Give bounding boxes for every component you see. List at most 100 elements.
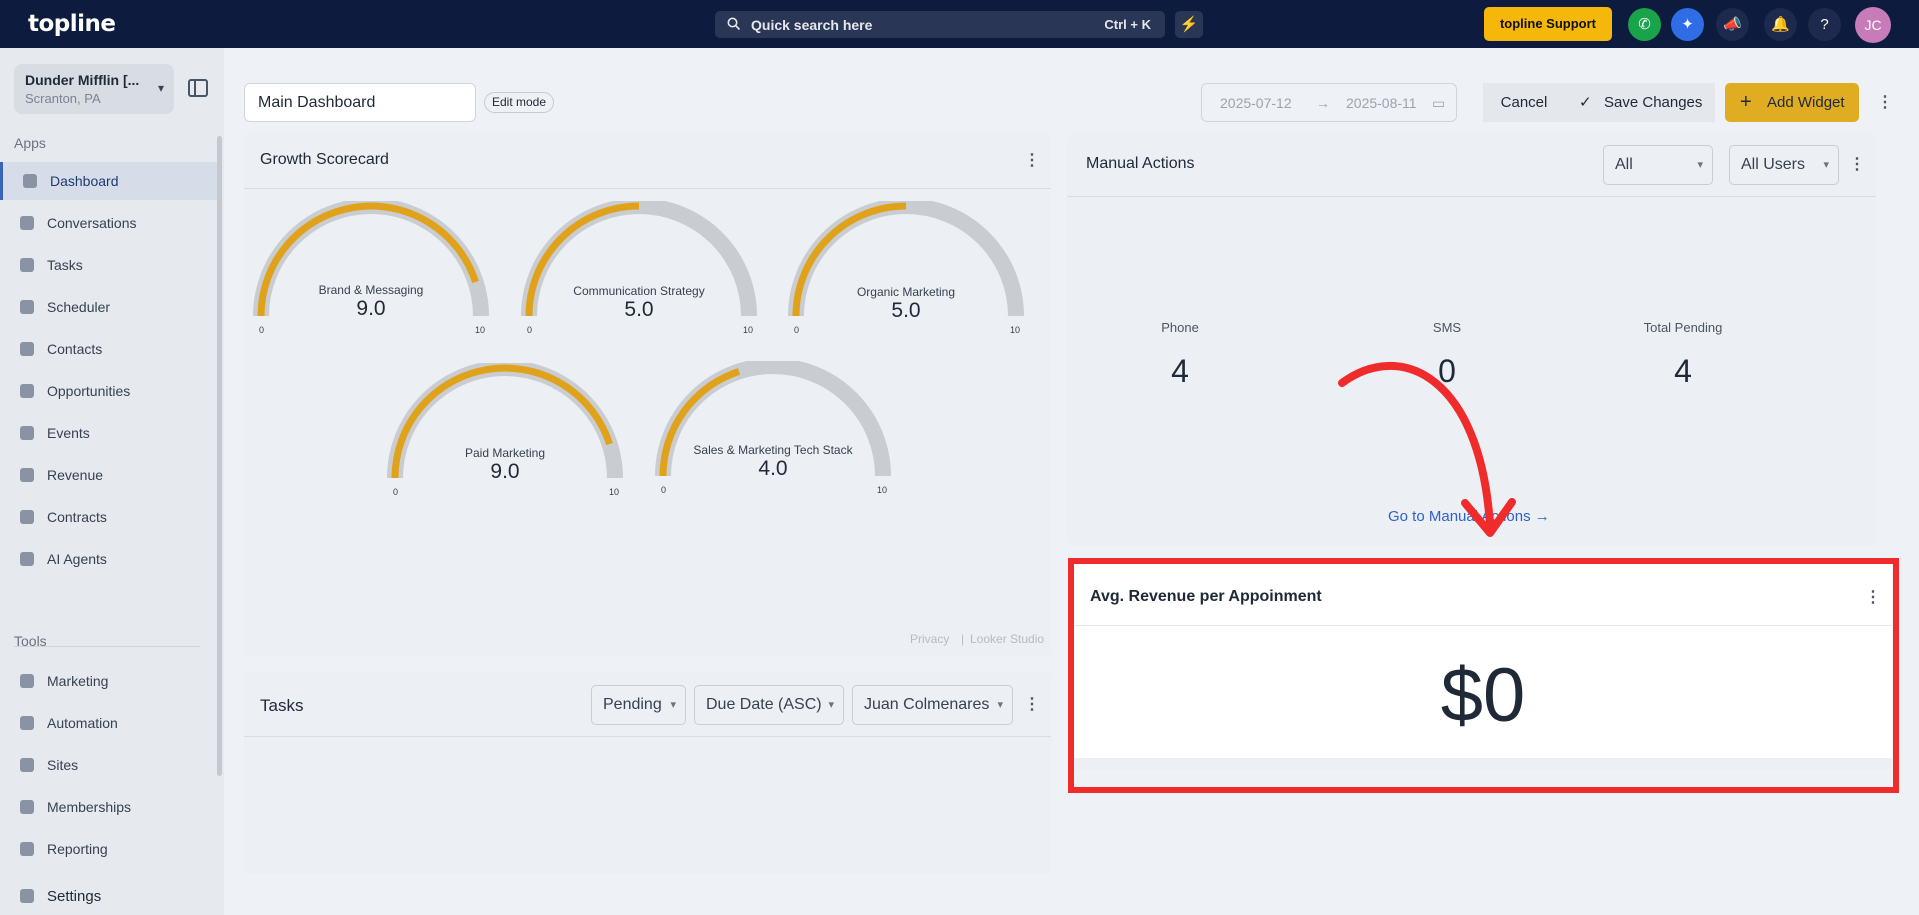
search-shortcut: Ctrl + K [1104,17,1151,32]
sidebar-item-scheduler[interactable]: Scheduler [0,288,218,326]
manual-actions-type-filter[interactable]: All ▾ [1603,145,1713,185]
sidebar-scrollbar[interactable] [217,136,222,776]
lightning-icon[interactable]: ⚡ [1175,11,1203,38]
gauge-max: 10 [609,487,620,497]
sidebar-item-label: Sites [47,757,79,773]
arrow-right-icon: → [1534,508,1550,525]
gauge-value: 5.0 [624,298,654,321]
tasks-card: Tasks Pending ▾ Due Date (ASC) ▾ Juan Colm… [244,672,1051,874]
sidebar-item-label: Events [47,425,90,441]
manual-actions-title: Manual Actions [1086,155,1195,172]
sidebar-item-label: Memberships [47,799,132,815]
tasks-sort-filter[interactable]: Due Date (ASC) ▾ [694,685,844,725]
tasks-status-filter[interactable]: Pending ▾ [591,685,686,725]
sidebar-item-contracts[interactable]: Contracts [0,498,218,536]
support-button[interactable]: topline Support [1484,7,1612,41]
card-header-divider [244,188,1051,189]
app-logo[interactable]: topline [28,11,116,37]
sidebar-item-dashboard[interactable]: Dashboard [0,162,218,200]
sidebar-item-settings[interactable]: Settings [0,877,218,915]
manual-actions-menu-icon[interactable]: ⋮ [1849,154,1865,174]
date-end: 2025-08-11 [1346,95,1417,111]
sidebar-item-tasks[interactable]: Tasks [0,246,218,284]
save-changes-button[interactable]: ✓ Save Changes [1565,83,1715,122]
sidebar-toggle-icon[interactable] [188,79,208,97]
dashboard-name-input[interactable]: Main Dashboard [244,83,476,122]
gauge-min: 0 [794,325,800,335]
person-icon [20,342,34,356]
ai-sparkle-icon[interactable]: ✦ [1671,8,1704,41]
sidebar-item-revenue[interactable]: Revenue [0,456,218,494]
calendar-icon: ▭ [1432,95,1446,111]
globe-icon [20,758,34,772]
add-widget-button[interactable]: + Add Widget [1725,83,1859,122]
bell-icon[interactable]: 🔔 [1764,8,1797,41]
stat-value: 4 [1674,353,1692,389]
chevron-down-icon: ▾ [1823,159,1829,171]
sidebar-item-memberships[interactable]: Memberships [0,788,218,826]
gauge-min: 0 [527,325,533,335]
task-icon [20,258,34,272]
stat-value: 4 [1171,353,1189,389]
chevron-down-icon: ▾ [828,699,834,711]
sidebar-item-opportunities[interactable]: Opportunities [0,372,218,410]
tasks-menu-icon[interactable]: ⋮ [1024,694,1040,714]
sidebar-item-automation[interactable]: Automation [0,704,218,742]
gauge-value: 5.0 [891,299,921,322]
tasks-user-filter[interactable]: Juan Colmenares ▾ [852,685,1013,725]
chat-icon [20,216,34,230]
highlight-box [1068,558,1899,793]
tasks-title: Tasks [260,696,304,715]
gauge-label: Paid Marketing [464,446,546,460]
sidebar-item-label: Reporting [47,841,108,857]
separator: | [961,632,965,646]
events-icon [20,426,34,440]
growth-scorecard-title: Growth Scorecard [260,151,389,168]
phone-icon[interactable]: ✆ [1628,8,1661,41]
sidebar-item-label: AI Agents [47,551,107,567]
chevron-down-icon: ▾ [157,81,164,95]
credit-card-icon [20,468,34,482]
filter-value: Juan Colmenares [864,696,990,713]
stat-label: Total Pending [1643,320,1723,335]
target-icon [20,384,34,398]
date-range-picker[interactable]: 2025-07-12 → 2025-08-11 ▭ [1201,83,1457,122]
sparkle-icon [20,552,34,566]
sidebar-item-marketing[interactable]: Marketing [0,662,218,700]
megaphone-icon[interactable]: 📣 [1716,8,1749,41]
sidebar-item-reporting[interactable]: Reporting [0,830,218,868]
page-more-icon[interactable]: ⋮ [1877,92,1893,112]
sidebar-item-contacts[interactable]: Contacts [0,330,218,368]
privacy-link[interactable]: Privacy [910,632,949,646]
gauge-min: 0 [259,325,265,335]
manual-actions-users-filter[interactable]: All Users ▾ [1729,145,1839,185]
gauge-2: Organic Marketing 5.0 0 10 [781,201,1031,351]
chevron-down-icon: ▾ [1697,159,1703,171]
cancel-button[interactable]: Cancel [1483,83,1565,122]
edit-mode-badge: Edit mode [484,92,555,113]
sidebar-item-label: Opportunities [47,383,131,399]
org-location: Scranton, PA [25,91,101,106]
quick-search[interactable]: Quick search here Ctrl + K [715,11,1165,38]
user-avatar[interactable]: JC [1855,7,1891,43]
sidebar-item-label: Conversations [47,215,137,231]
growth-scorecard-menu-icon[interactable]: ⋮ [1024,150,1040,170]
plus-icon: + [1740,91,1752,113]
org-switcher[interactable]: Dunder Mifflin [... Scranton, PA ▾ [14,64,174,114]
sidebar-item-label: Dashboard [50,173,119,189]
check-icon: ✓ [1579,94,1592,111]
sidebar-item-events[interactable]: Events [0,414,218,452]
gauge-label: Organic Marketing [856,285,956,299]
tools-heading: Tools [14,633,47,649]
megaphone-icon [20,674,34,688]
looker-studio-link[interactable]: Looker Studio [970,632,1044,646]
help-icon[interactable]: ? [1808,8,1841,41]
gauge-label: Communication Strategy [573,284,705,298]
sidebar-item-sites[interactable]: Sites [0,746,218,784]
gauge-label: Sales & Marketing Tech Stack [693,443,853,457]
card-header-divider [244,736,1051,737]
sidebar-item-label: Settings [47,888,102,905]
sidebar-item-ai-agents[interactable]: AI Agents [0,540,218,578]
calendar-icon [20,300,34,314]
sidebar-item-conversations[interactable]: Conversations [0,204,218,242]
